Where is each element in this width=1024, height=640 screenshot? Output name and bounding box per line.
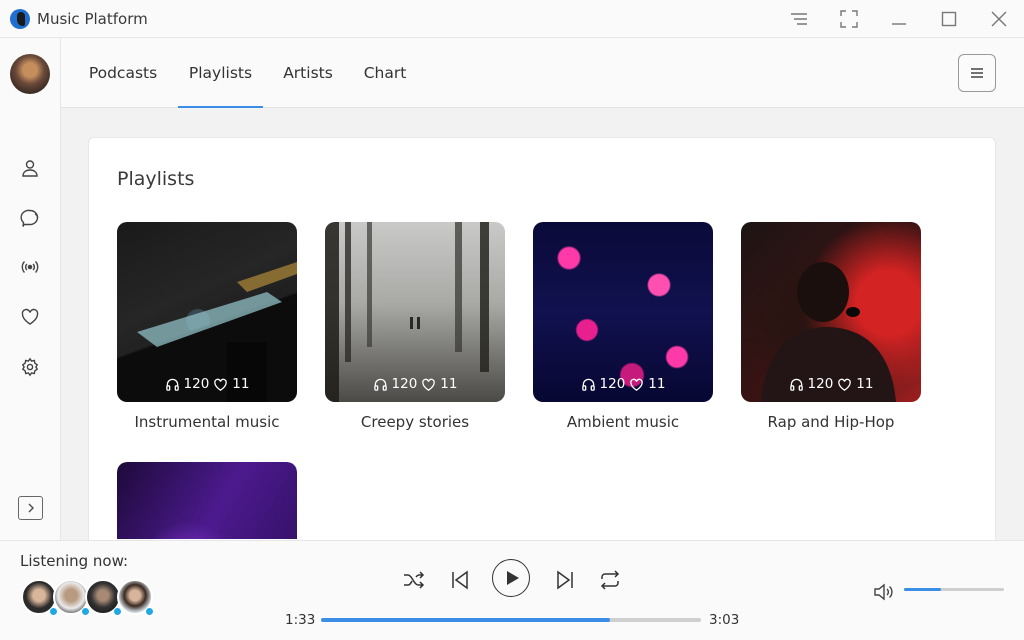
skip-back-icon [452, 570, 468, 590]
playlist-card[interactable] [117, 462, 297, 539]
headphones-icon [789, 378, 803, 391]
playlist-stats: 120 11 [117, 376, 297, 392]
repeat-icon [600, 570, 620, 590]
playlist-stats: 120 11 [741, 376, 921, 392]
app-logo-icon [10, 8, 30, 29]
likes-count: 11 [440, 376, 458, 392]
broadcast-icon[interactable] [18, 255, 42, 279]
window-controls [774, 0, 1024, 38]
tab-artists[interactable]: Artists [282, 38, 334, 108]
shuffle-icon [404, 571, 425, 589]
current-time: 1:33 [285, 612, 316, 628]
tab-playlists[interactable]: Playlists [178, 38, 263, 108]
listener-avatar[interactable] [53, 579, 90, 616]
play-icon [506, 571, 519, 585]
close-icon[interactable] [974, 0, 1024, 38]
total-time: 3:03 [709, 612, 740, 628]
maximize-icon[interactable] [924, 0, 974, 38]
heart-icon [838, 378, 852, 391]
playlist-cover[interactable] [117, 462, 297, 539]
tab-podcasts[interactable]: Podcasts [88, 38, 158, 108]
volume-slider[interactable] [904, 588, 1004, 591]
app-title: Music Platform [37, 9, 148, 28]
likes-count: 11 [856, 376, 874, 392]
gear-icon[interactable] [18, 355, 42, 379]
repeat-button[interactable] [597, 567, 623, 593]
next-button[interactable] [552, 567, 578, 593]
listener-avatar[interactable] [117, 579, 154, 616]
list-icon[interactable] [774, 0, 824, 38]
playlist-stats: 120 11 [533, 376, 713, 392]
playlist-card[interactable]: 120 11 Instrumental music [117, 222, 297, 431]
playlist-cover[interactable]: 120 11 [533, 222, 713, 402]
chat-icon[interactable] [18, 206, 42, 230]
menu-button[interactable] [958, 54, 996, 92]
heart-icon[interactable] [18, 305, 42, 329]
sidebar [0, 38, 61, 540]
online-indicator [145, 607, 154, 616]
section-title: Playlists [117, 168, 195, 190]
avatar[interactable] [10, 54, 50, 94]
hamburger-icon [971, 68, 983, 78]
heart-icon [630, 378, 644, 391]
listener-avatar[interactable] [85, 579, 122, 616]
tab-chart[interactable]: Chart [363, 38, 407, 108]
player-bar: Listening now: 1:33 3:03 [0, 540, 1024, 640]
likes-count: 11 [648, 376, 666, 392]
listening-now-label: Listening now: [20, 552, 129, 570]
headphones-icon [373, 378, 387, 391]
title-bar: Music Platform [0, 0, 1024, 38]
top-navigation: Podcasts Playlists Artists Chart [61, 38, 1024, 108]
playlist-card[interactable]: 120 11 Rap and Hip-Hop [741, 222, 921, 431]
playlist-card[interactable]: 120 11 Creepy stories [325, 222, 505, 431]
volume-fill [904, 588, 941, 591]
playlist-cover[interactable]: 120 11 [741, 222, 921, 402]
user-icon[interactable] [18, 156, 42, 180]
playlist-title[interactable]: Creepy stories [325, 413, 505, 431]
headphones-icon [165, 378, 179, 391]
expand-sidebar-button[interactable] [18, 496, 43, 520]
headphones-icon [581, 378, 595, 391]
fullscreen-icon[interactable] [824, 0, 874, 38]
shuffle-button[interactable] [401, 567, 427, 593]
listens-count: 120 [807, 376, 834, 392]
chevron-right-icon [27, 503, 34, 513]
listens-count: 120 [391, 376, 418, 392]
progress-fill [321, 618, 610, 622]
play-button[interactable] [492, 559, 530, 597]
playlist-title[interactable]: Rap and Hip-Hop [741, 413, 921, 431]
playlist-cover[interactable]: 120 11 [325, 222, 505, 402]
playlist-card[interactable]: 120 11 Ambient music [533, 222, 713, 431]
heart-icon [214, 378, 228, 391]
listens-count: 120 [183, 376, 210, 392]
heart-icon [422, 378, 436, 391]
skip-forward-icon [557, 570, 573, 590]
listener-avatar[interactable] [21, 579, 58, 616]
progress-bar[interactable] [321, 618, 701, 622]
playlist-title[interactable]: Instrumental music [117, 413, 297, 431]
volume-icon[interactable] [872, 581, 894, 603]
playlists-card: Playlists 120 11 Instrumental music 120 … [88, 137, 996, 557]
listens-count: 120 [599, 376, 626, 392]
playlist-stats: 120 11 [325, 376, 505, 392]
playlist-title[interactable]: Ambient music [533, 413, 713, 431]
minimize-icon[interactable] [874, 0, 924, 38]
likes-count: 11 [232, 376, 250, 392]
playlist-cover[interactable]: 120 11 [117, 222, 297, 402]
previous-button[interactable] [447, 567, 473, 593]
